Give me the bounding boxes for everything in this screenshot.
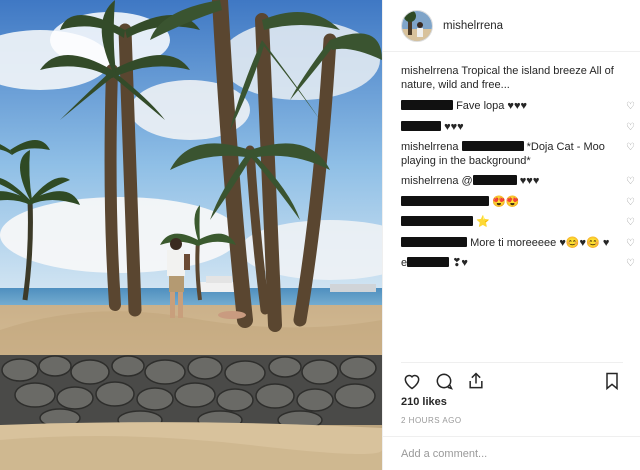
comment-item: 😍😍 ♡ (401, 195, 635, 210)
small-heart-icon[interactable]: ♡ (626, 100, 635, 114)
comment-item: More ti moreeeee ♥😊♥😊 ♥ ♡ (401, 236, 635, 251)
small-heart-icon[interactable]: ♡ (626, 121, 635, 135)
redacted-username (407, 257, 450, 267)
bookmark-icon[interactable] (601, 370, 623, 392)
post-photo[interactable] (0, 0, 382, 470)
post-caption: mishelrrena Tropical the island breeze A… (401, 64, 623, 92)
post-actions-bar (401, 362, 623, 392)
comment-text: ♥♥♥ (444, 120, 464, 133)
redacted-username (401, 216, 473, 226)
comment-item: mishelrrena *Doja Cat - Moo playing in t… (401, 141, 635, 168)
comment-item: mishelrrena @ ♥♥♥ ♡ (401, 175, 635, 189)
comment-item: Fave lopa ♥♥♥ ♡ (401, 100, 635, 114)
caption-username[interactable]: mishelrrena (401, 65, 458, 77)
post-timestamp[interactable]: 2 HOURS AGO (401, 416, 462, 425)
comment-item: ♥♥♥ ♡ (401, 120, 635, 135)
instagram-post: mishelrrena mishelrrena Tropical the isl… (0, 0, 640, 470)
comment-text: 😍😍 (492, 195, 520, 208)
speech-bubble-icon[interactable] (433, 370, 455, 392)
comment-text: More ti moreeeee ♥😊♥😊 ♥ (470, 236, 610, 249)
heart-outline-icon[interactable] (401, 370, 423, 392)
comment-username[interactable]: mishelrrena (401, 141, 458, 153)
small-heart-icon[interactable]: ♡ (626, 141, 635, 155)
post-side-panel: mishelrrena mishelrrena Tropical the isl… (382, 0, 640, 470)
small-heart-icon[interactable]: ♡ (626, 237, 635, 251)
redacted-username (401, 195, 489, 206)
comment-text: ⭐ (476, 216, 490, 228)
mention-prefix: @ (461, 175, 473, 187)
comments-list: mishelrrena Tropical the island breeze A… (401, 64, 635, 278)
comment-text: ♥♥♥ (519, 175, 540, 187)
beach-palm-photo (0, 0, 382, 470)
avatar-image (402, 10, 432, 41)
redacted-mention (472, 175, 517, 185)
share-icon[interactable] (465, 370, 487, 392)
header-username[interactable]: mishelrrena (443, 20, 503, 32)
comment-username[interactable]: mishelrrena (401, 175, 458, 187)
add-comment-input[interactable] (401, 447, 621, 460)
avatar[interactable] (401, 9, 433, 42)
comment-text: Fave lopa ♥♥♥ (456, 100, 528, 112)
small-heart-icon[interactable]: ♡ (626, 257, 635, 271)
redacted-username (401, 120, 441, 131)
redacted-username (401, 100, 453, 110)
redacted-mention (461, 141, 524, 151)
small-heart-icon[interactable]: ♡ (626, 175, 635, 189)
add-comment-bar (383, 436, 640, 470)
comment-item: ⭐ ♡ (401, 216, 635, 230)
small-heart-icon[interactable]: ♡ (626, 216, 635, 230)
comment-text: ❣♥ (452, 257, 468, 269)
comment-item: e ❣♥ ♡ (401, 257, 635, 271)
small-heart-icon[interactable]: ♡ (626, 196, 635, 210)
redacted-username (401, 236, 467, 247)
likes-count[interactable]: 210 likes (401, 396, 447, 408)
post-header: mishelrrena (383, 0, 640, 52)
